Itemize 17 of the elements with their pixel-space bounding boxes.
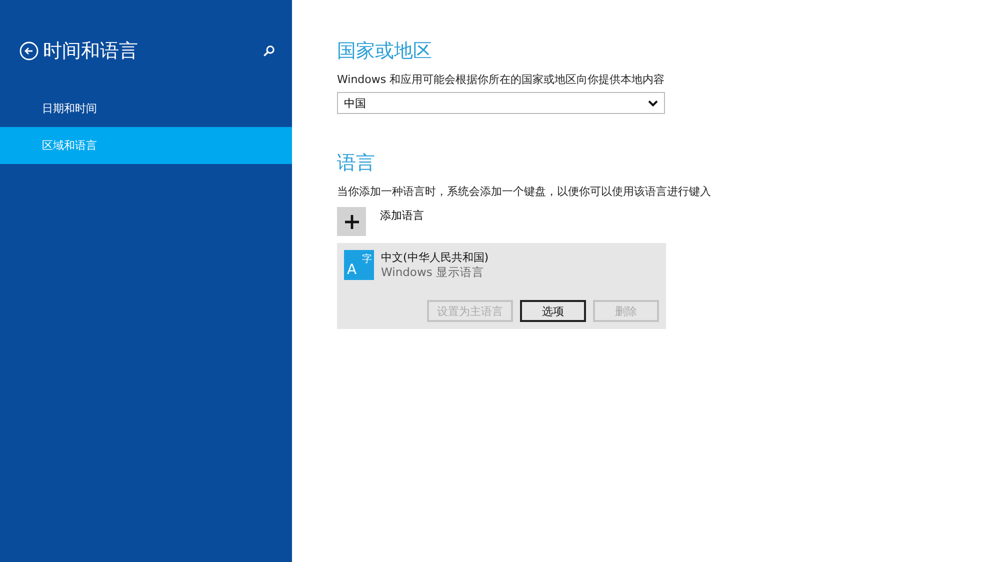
plus-icon [344, 214, 358, 228]
section-heading: 国家或地区 [337, 39, 432, 64]
sidebar-title: 时间和语言 [43, 39, 139, 64]
add-language-label[interactable]: 添加语言 [380, 208, 424, 223]
language-name: 中文(中华人民共和国) [381, 250, 489, 265]
search-icon[interactable] [263, 45, 275, 57]
description-text: 当你添加一种语言时，系统会添加一个键盘，以便你可以使用该语言进行键入 [337, 184, 711, 199]
region-dropdown[interactable]: 中国 [337, 92, 665, 114]
language-action-button[interactable]: 选项 [520, 300, 586, 322]
add-language-button[interactable] [337, 207, 366, 236]
section-heading: 语言 [337, 151, 375, 176]
back-icon[interactable] [19, 41, 39, 61]
chevron-down-icon [648, 100, 658, 106]
language-icon: A 字 [344, 250, 374, 280]
nav-item[interactable]: 日期和时间 [0, 90, 292, 127]
description-text: Windows 和应用可能会根据你所在的国家或地区向你提供本地内容 [337, 72, 665, 87]
language-subtitle: Windows 显示语言 [381, 265, 485, 280]
